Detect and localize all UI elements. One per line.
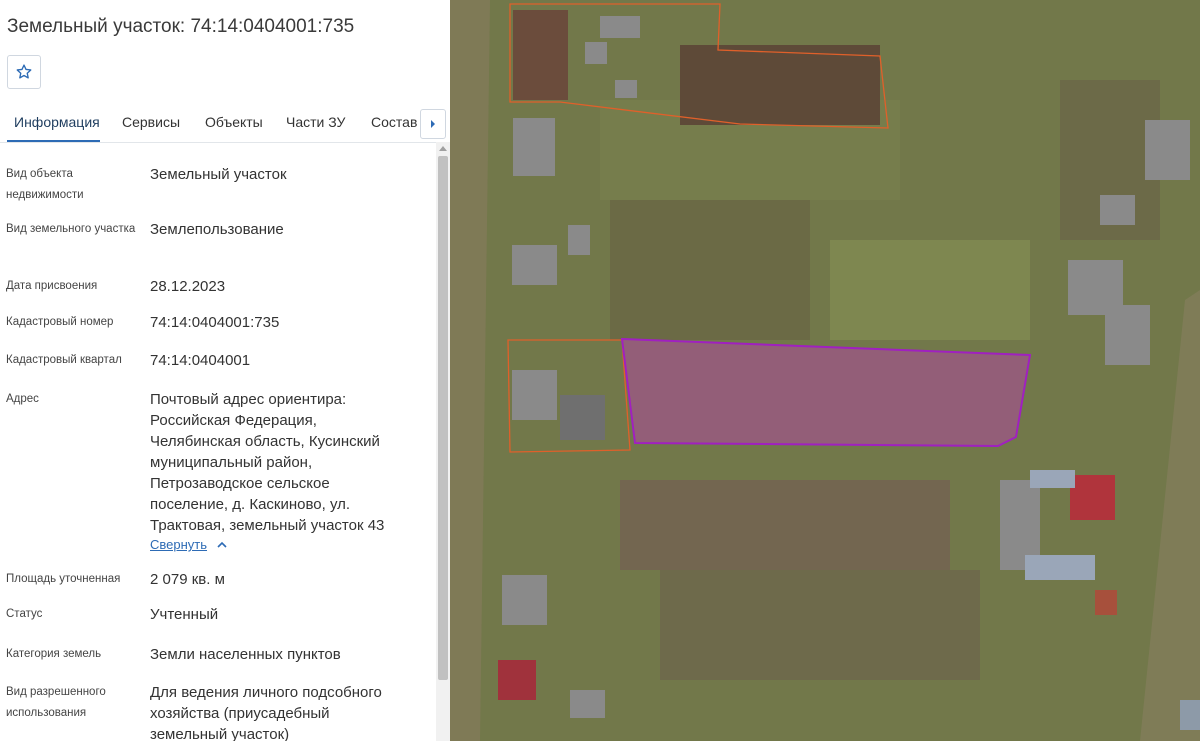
scrollbar-thumb[interactable]: [438, 156, 448, 680]
tab-services[interactable]: Сервисы: [122, 114, 180, 130]
field-label: Вид разрешенного использования: [6, 686, 106, 719]
field-label: Вид земельного участка: [6, 223, 136, 235]
field-value: 74:14:0404001: [150, 352, 251, 369]
map-field: [610, 200, 810, 340]
selected-parcel-polygon[interactable]: [620, 337, 1032, 448]
scroll-up-arrow-icon[interactable]: [439, 146, 447, 151]
field-label: Статус: [6, 608, 43, 620]
chevron-right-icon: [431, 120, 435, 128]
field-label: Кадастровый квартал: [6, 354, 122, 366]
page-title: Земельный участок: 74:14:0404001:735: [7, 16, 355, 37]
panel-scrollbar[interactable]: [436, 142, 450, 741]
map-field: [660, 570, 980, 680]
tab-composition[interactable]: Состав: [371, 114, 417, 130]
field-value: 28.12.2023: [150, 278, 226, 295]
tab-parcel-parts[interactable]: Части ЗУ: [286, 114, 345, 130]
chevron-up-icon[interactable]: [216, 541, 228, 549]
map-field: [680, 45, 880, 125]
field-label: Вид объекта недвижимости: [6, 168, 84, 201]
tab-information[interactable]: Информация: [14, 114, 100, 130]
field-value: Для ведения личного подсобного хозяйства…: [150, 684, 382, 741]
star-outline-icon: [16, 64, 32, 79]
tab-objects[interactable]: Объекты: [205, 114, 263, 130]
field-value: Земли населенных пунктов: [150, 646, 341, 663]
info-panel: Земельный участок: 74:14:0404001:735 Инф…: [0, 0, 450, 741]
field-label: Кадастровый номер: [6, 316, 114, 328]
map-field: [620, 480, 950, 570]
field-label: Категория земель: [6, 648, 102, 660]
field-value: 74:14:0404001:735: [150, 314, 280, 331]
favorite-button[interactable]: [7, 55, 41, 89]
field-label: Дата присвоения: [6, 280, 98, 292]
field-value: Учтенный: [150, 606, 219, 623]
field-value: 2 079 кв. м: [150, 571, 225, 588]
collapse-address-link[interactable]: Свернуть: [150, 537, 207, 552]
tab-bar: Информация Сервисы Объекты Части ЗУ Сост…: [0, 104, 450, 143]
map-field: [830, 240, 1030, 340]
satellite-map[interactable]: [450, 0, 1200, 741]
field-value: Почтовый адрес ориентира: Российская Фед…: [150, 391, 385, 534]
field-label: Адрес: [6, 393, 39, 405]
map-canvas[interactable]: [450, 0, 1200, 741]
active-tab-indicator: [7, 140, 100, 142]
field-label: Площадь уточненная: [6, 573, 121, 585]
field-value: Земельный участок: [150, 166, 287, 183]
field-value: Землепользование: [150, 221, 284, 238]
tabs-scroll-right-button[interactable]: [420, 109, 446, 139]
